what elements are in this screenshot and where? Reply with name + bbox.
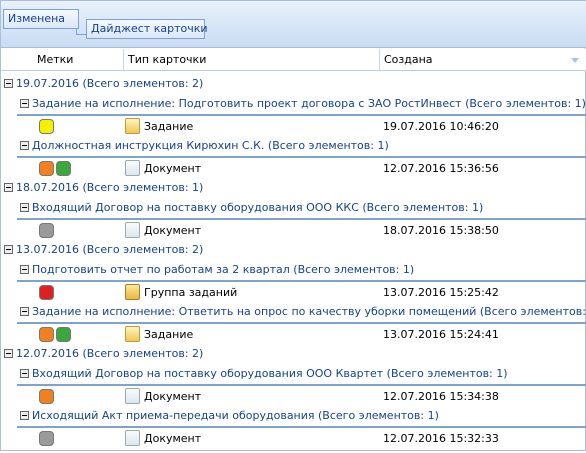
subgroup-row[interactable]: Исходящий Акт приема-передачи оборудован… [17,407,586,428]
created-cell: 12.07.2016 15:32:33 [383,432,499,445]
collapse-icon[interactable] [20,141,29,150]
subgroup-row[interactable]: Подготовить отчет по работам за 2 кварта… [17,261,586,282]
card-type: Задание [144,328,194,341]
tag-red [39,285,54,300]
column-header: Метки Тип карточки Создана [1,49,586,71]
table-row[interactable]: Документ 18.07.2016 15:38:50 [1,220,586,241]
created-cell: 12.07.2016 15:34:38 [383,390,499,403]
group-chip-changed[interactable]: Изменена [3,9,79,29]
group-chip-digest[interactable]: Дайджест карточки [86,19,208,39]
group-row[interactable]: 12.07.2016 (Всего элементов: 2) [1,345,586,365]
table-row[interactable]: Задание 19.07.2016 10:46:20 [1,116,586,137]
collapse-icon[interactable] [20,265,29,274]
grid-body: 19.07.2016 (Всего элементов: 2) Задание н… [1,75,586,449]
created-cell: 13.07.2016 15:24:41 [383,328,499,341]
task-icon [125,118,140,134]
document-icon [125,430,140,446]
column-card-type[interactable]: Тип карточки [123,49,379,71]
task-icon [125,326,140,342]
column-created[interactable]: Создана [379,49,586,71]
created-cell: 19.07.2016 10:46:20 [383,120,499,133]
subgroup-row[interactable]: Задание на исполнение: Подготовить проек… [17,95,586,116]
card-type: Документ [144,432,202,445]
group-label: 13.07.2016 (Всего элементов: 2) [16,243,204,256]
created-cell: 12.07.2016 15:36:56 [383,162,499,175]
tag-orange [39,327,54,342]
table-row[interactable]: Документ 12.07.2016 15:36:56 [1,158,586,179]
card-type-cell: Документ [125,428,201,449]
card-type: Документ [144,162,202,175]
group-label: 12.07.2016 (Всего элементов: 2) [16,347,204,360]
collapse-icon[interactable] [4,245,13,254]
card-type: Группа заданий [144,286,238,299]
subgroup-label: Должностная инструкция Кирюхин С.К. (Все… [32,139,389,152]
collapse-icon[interactable] [20,307,29,316]
sort-icon[interactable] [571,58,579,63]
table-row[interactable]: Задание 13.07.2016 15:24:41 [1,324,586,345]
subgroup-label: Исходящий Акт приема-передачи оборудован… [32,409,439,422]
table-row[interactable]: Документ 12.07.2016 15:34:38 [1,386,586,407]
tag-orange [39,389,54,404]
collapse-icon[interactable] [4,79,13,88]
group-row[interactable]: 13.07.2016 (Всего элементов: 2) [1,241,586,261]
column-created-label: Создана [384,53,433,66]
group-row[interactable]: 19.07.2016 (Всего элементов: 2) [1,75,586,95]
tag-yellow [39,119,54,134]
subgroup-row[interactable]: Задание на исполнение: Ответить на опрос… [17,303,586,324]
tag-orange [39,161,54,176]
subgroup-label: Входящий Договор на поставку оборудовани… [32,201,484,214]
collapse-icon[interactable] [20,369,29,378]
card-type: Задание [144,120,194,133]
created-cell: 13.07.2016 15:25:42 [383,286,499,299]
tags-cell [39,431,56,453]
subgroup-row[interactable]: Должностная инструкция Кирюхин С.К. (Все… [17,137,586,158]
card-type-cell: Задание [125,324,193,345]
tag-green [56,327,71,342]
created-cell: 18.07.2016 15:38:50 [383,224,499,237]
subgroup-label: Задание на исполнение: Ответить на опрос… [32,305,586,318]
card-type: Документ [144,224,202,237]
group-label: 18.07.2016 (Всего элементов: 1) [16,181,204,194]
tag-green [56,161,71,176]
collapse-icon[interactable] [20,411,29,420]
subgroup-label: Подготовить отчет по работам за 2 кварта… [32,263,415,276]
table-row[interactable]: Документ 12.07.2016 15:32:33 [1,428,586,449]
card-type-cell: Документ [125,158,201,179]
group-row[interactable]: 18.07.2016 (Всего элементов: 1) [1,179,586,199]
card-type: Документ [144,390,202,403]
document-icon [125,222,140,238]
collapse-icon[interactable] [4,349,13,358]
group-label: 19.07.2016 (Всего элементов: 2) [16,77,204,90]
card-type-cell: Группа заданий [125,282,237,303]
card-type-cell: Документ [125,386,201,407]
card-type-cell: Документ [125,220,201,241]
subgroup-label: Входящий Договор на поставку оборудовани… [32,367,508,380]
card-type-cell: Задание [125,116,193,137]
tag-gray [39,223,54,238]
group-connector [76,29,86,35]
collapse-icon[interactable] [4,183,13,192]
collapse-icon[interactable] [20,203,29,212]
task-group-icon [125,284,140,300]
subgroup-row[interactable]: Входящий Договор на поставку оборудовани… [17,199,586,220]
document-icon [125,388,140,404]
subgroup-label: Задание на исполнение: Подготовить проек… [32,97,586,110]
subgroup-row[interactable]: Входящий Договор на поставку оборудовани… [17,365,586,386]
collapse-icon[interactable] [20,99,29,108]
document-icon [125,160,140,176]
column-tags[interactable]: Метки [1,49,123,71]
tag-gray [39,431,54,446]
table-row[interactable]: Группа заданий 13.07.2016 15:25:42 [1,282,586,303]
group-by-panel: Изменена Дайджест карточки [1,1,586,48]
